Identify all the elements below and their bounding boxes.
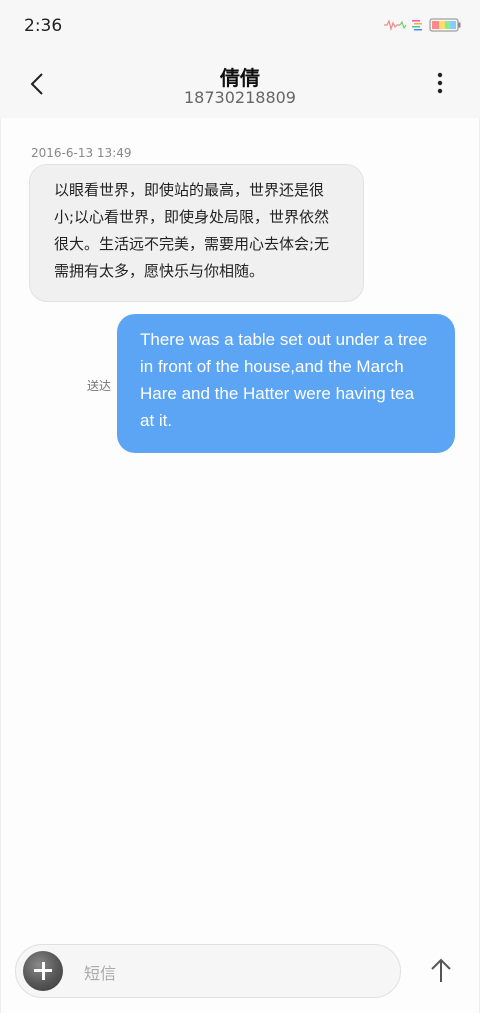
arrow-up-icon[interactable] xyxy=(427,956,455,986)
incoming-message-bubble[interactable]: 以眼看世界，即使站的最高，世界还是很小;以心看世界，即使身处局限，世界依然很大。… xyxy=(29,164,364,302)
sms-input[interactable] xyxy=(82,958,386,988)
compose-field-container xyxy=(15,944,401,998)
message-thread[interactable]: 2016-6-13 13:49 以眼看世界，即使站的最高，世界还是很小;以心看世… xyxy=(0,118,480,934)
delivery-status: 送达 xyxy=(87,379,112,393)
message-composer xyxy=(0,934,480,1013)
status-bar: 2:36 xyxy=(0,0,480,50)
signal-wave-icon xyxy=(384,19,407,32)
contact-number: 18730218809 xyxy=(184,88,296,107)
message-timestamp: 2016-6-13 13:49 xyxy=(31,146,132,160)
status-icons xyxy=(384,18,461,32)
more-vertical-icon[interactable] xyxy=(428,70,452,98)
conversation-header: 倩倩 18730218809 xyxy=(0,50,480,118)
activity-icon xyxy=(412,20,422,31)
battery-icon xyxy=(429,18,461,32)
contact-name: 倩倩 xyxy=(220,66,260,90)
status-time: 2:36 xyxy=(24,16,63,36)
outgoing-message-bubble[interactable]: There was a table set out under a tree i… xyxy=(117,314,455,453)
plus-icon[interactable] xyxy=(23,951,63,991)
